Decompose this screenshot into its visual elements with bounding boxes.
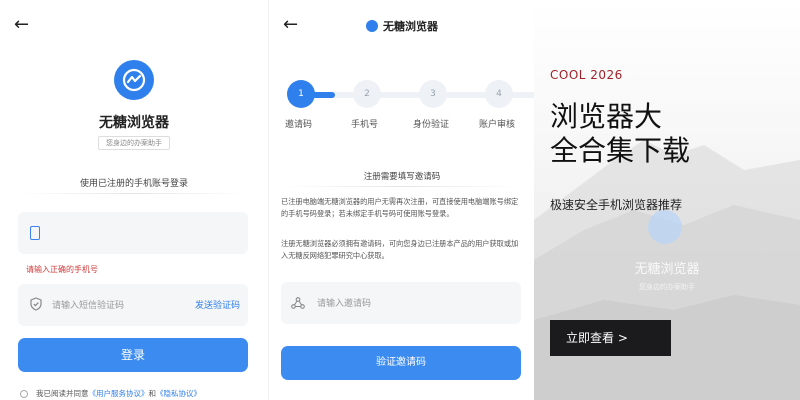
app-name: 无糖浏览器 (99, 115, 169, 131)
phone-input[interactable] (18, 212, 248, 254)
promo-title-line-2: 全合集下载 (550, 134, 691, 167)
step-3-label: 身份验证 (413, 120, 450, 130)
user-agreement-link[interactable]: 《用户服务协议》 (89, 389, 149, 398)
step-1-label: 邀请码 (285, 120, 313, 130)
privacy-policy-link[interactable]: 《隐私协议》 (156, 389, 201, 398)
phone-error-text: 请输入正确的手机号 (26, 265, 98, 274)
promo-title-line-1: 浏览器大 (550, 100, 663, 133)
promo-panel: 无糖浏览器 您身边的办案助手 COOL 2026 浏览器大 全合集下载 极速安全… (534, 0, 800, 400)
step-4-dot: 4 (485, 80, 513, 108)
share-nodes-icon (291, 297, 305, 309)
login-button[interactable]: 登录 (18, 338, 248, 372)
view-now-button[interactable]: 立即查看 > (550, 320, 671, 356)
invite-title-text: 无糖浏览器 (383, 20, 438, 33)
agree-prefix: 我已阅读并同意 (36, 389, 89, 398)
phone-icon (30, 226, 40, 240)
divider (283, 186, 521, 187)
send-code-button[interactable]: 发送验证码 (195, 298, 240, 311)
promo-kicker: COOL 2026 (550, 68, 623, 82)
agree-and: 和 (148, 389, 157, 398)
step-2-dot: 2 (353, 80, 381, 108)
sms-code-placeholder: 请输入短信验证码 (52, 301, 125, 311)
app-logo-icon (366, 20, 378, 32)
step-2-label: 手机号 (351, 120, 379, 130)
shield-icon (30, 297, 42, 311)
invite-paragraph-1: 已注册电脑端无糖浏览器的用户无需再次注册，可直接使用电脑端账号绑定的手机号码登录… (281, 197, 519, 218)
back-arrow-icon[interactable]: ← (14, 16, 29, 34)
step-1-dot: 1 (287, 80, 315, 108)
login-screen: ← 无糖浏览器 您身边的办案助手 使用已注册的手机账号登录 请输入正确的手机号 … (0, 0, 268, 400)
faded-app-name: 无糖浏览器 (634, 262, 700, 277)
app-tagline: 您身边的办案助手 (98, 136, 170, 150)
invite-screen-title: 无糖浏览器 (269, 18, 534, 34)
promo-subtitle: 极速安全手机浏览器推荐 (550, 198, 683, 212)
sms-code-field[interactable]: 请输入短信验证码 发送验证码 (18, 284, 248, 326)
faded-app-tagline: 您身边的办案助手 (639, 283, 695, 291)
divider (18, 193, 250, 194)
agreement-row: 我已阅读并同意《用户服务协议》和《隐私协议》 (20, 388, 201, 399)
invite-code-input[interactable]: 请输入邀请码 (281, 282, 521, 324)
step-4-label: 账户审核 (479, 120, 516, 130)
verify-invite-button[interactable]: 验证邀请码 (281, 346, 521, 380)
invite-screen: ← 无糖浏览器 1 2 3 4 邀请码 手机号 身份验证 账户审核 注册需要填写… (268, 0, 534, 400)
logo-mark-icon (122, 68, 146, 92)
agree-checkbox[interactable] (20, 390, 28, 398)
app-logo-icon (114, 60, 154, 100)
invite-code-placeholder: 请输入邀请码 (317, 299, 372, 309)
invite-paragraph-2: 注册无糖浏览器必须拥有邀请码，可向您身边已注册本产品的用户获取或加入无糖反网络犯… (281, 239, 519, 260)
login-hint: 使用已注册的手机账号登录 (79, 179, 188, 189)
faded-app-logo-icon (648, 210, 682, 244)
promo-title: 浏览器大 全合集下载 (550, 100, 690, 168)
invite-hint: 注册需要填写邀请码 (363, 172, 441, 182)
step-3-dot: 3 (419, 80, 447, 108)
